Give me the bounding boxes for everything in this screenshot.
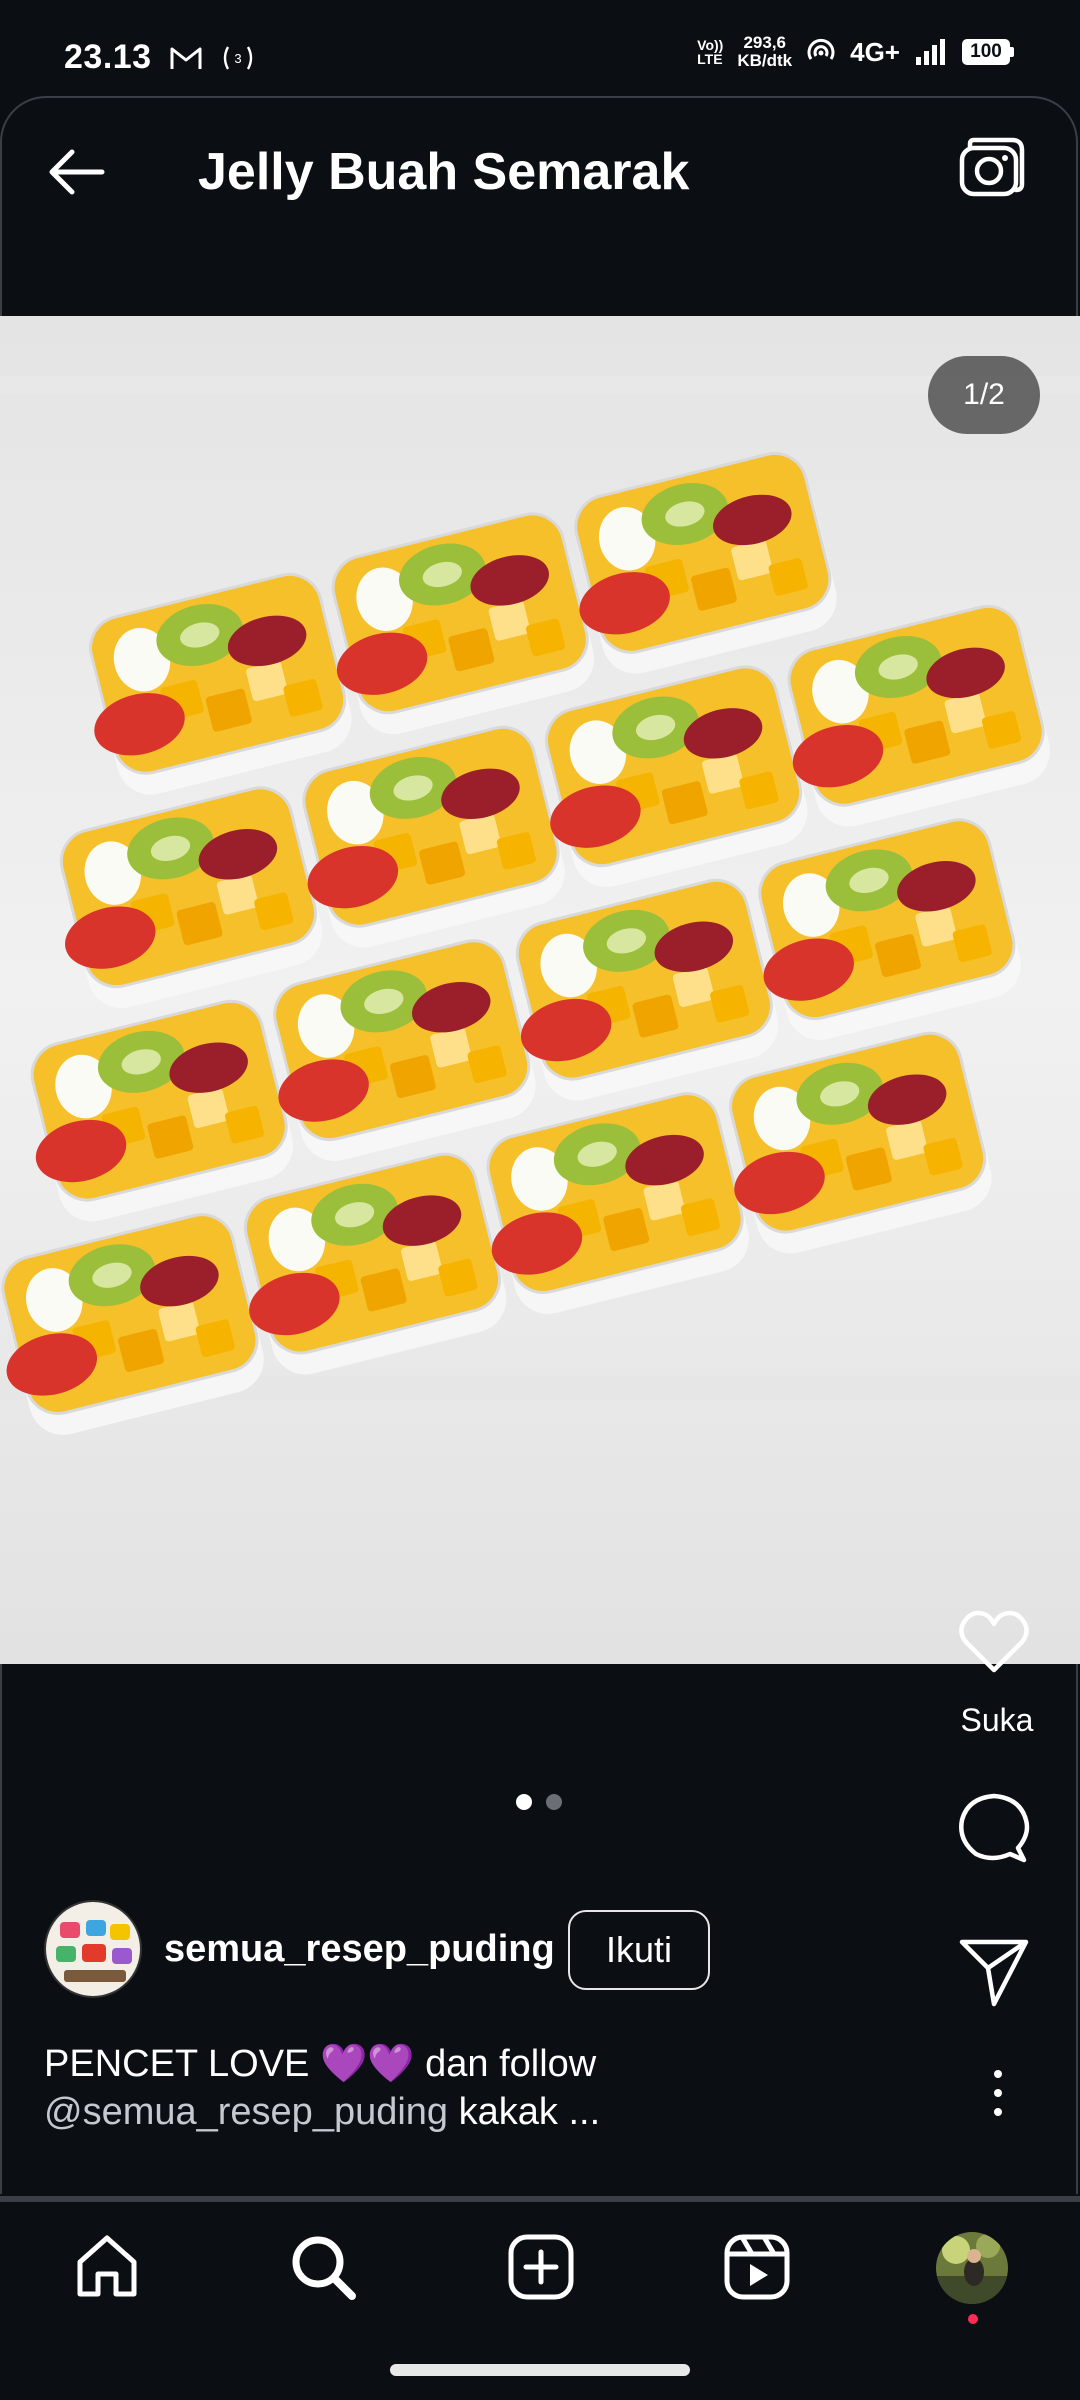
profile-avatar-image	[936, 2232, 1008, 2304]
speed-unit: KB/dtk	[737, 51, 793, 70]
author-username[interactable]: semua_resep_puding	[164, 1928, 555, 1971]
battery-level: 100	[962, 39, 1010, 65]
signal-icon	[916, 39, 945, 65]
caption-line-2-rest: kakak ...	[448, 2091, 601, 2133]
like-label: Suka	[960, 1702, 1034, 1738]
battery-indicator: 100	[962, 39, 1014, 65]
caption-mention[interactable]: @semua_resep_puding	[44, 2091, 448, 2133]
arrow-left-icon[interactable]	[44, 140, 108, 204]
notification-dot	[968, 2314, 978, 2324]
home-icon[interactable]	[70, 2230, 144, 2304]
image-counter: 1/2	[928, 356, 1040, 434]
home-indicator[interactable]	[390, 2364, 690, 2376]
network-speed: 293,6 KB/dtk	[737, 34, 792, 70]
carousel-dot-1[interactable]	[516, 1794, 532, 1810]
volte-indicator: Vo)) LTE	[697, 38, 723, 66]
status-time: 23.13	[64, 38, 152, 76]
speed-value: 293,6	[743, 33, 786, 52]
camera-icon[interactable]	[956, 136, 1026, 206]
reels-icon[interactable]	[720, 2230, 794, 2304]
author-avatar[interactable]	[44, 1900, 142, 1998]
carousel-indicator	[516, 1794, 562, 1810]
hotspot-icon	[807, 38, 835, 60]
plus-square-icon[interactable]	[504, 2230, 578, 2304]
search-icon[interactable]	[286, 2230, 360, 2304]
status-left: 23.13 3	[64, 38, 256, 77]
more-vertical-icon[interactable]	[980, 2068, 1016, 2118]
page-title: Jelly Buah Semarak	[198, 143, 690, 201]
comment-icon[interactable]	[956, 1790, 1032, 1866]
author-avatar-image	[46, 1902, 140, 1996]
status-right: Vo)) LTE 293,6 KB/dtk 4G+ 100	[697, 34, 1014, 70]
svg-text:3: 3	[234, 51, 241, 66]
post-caption[interactable]: PENCET LOVE 💜💜 dan follow @semua_resep_p…	[44, 2040, 844, 2136]
volte-top: Vo))	[697, 37, 724, 53]
heart-icon[interactable]	[956, 1604, 1032, 1680]
caption-line-2: @semua_resep_puding kakak ...	[44, 2088, 844, 2136]
profile-avatar[interactable]	[936, 2232, 1008, 2304]
post-image[interactable]	[0, 316, 1080, 1664]
status-bar: 23.13 3 Vo)) LTE 293,6 KB/dtk 4G+ 100	[0, 0, 1080, 96]
volte-bottom: LTE	[697, 51, 723, 67]
carousel-dot-2[interactable]	[546, 1794, 562, 1810]
hotspot-signal-icon: 3	[223, 45, 252, 70]
network-type: 4G+	[850, 36, 900, 67]
follow-button[interactable]: Ikuti	[568, 1910, 710, 1990]
battery-tip	[1010, 47, 1014, 57]
gmail-icon	[170, 47, 202, 69]
fruit-jelly-photo	[0, 316, 1080, 1664]
send-icon[interactable]	[956, 1934, 1032, 2010]
caption-line-1: PENCET LOVE 💜💜 dan follow	[44, 2043, 597, 2085]
